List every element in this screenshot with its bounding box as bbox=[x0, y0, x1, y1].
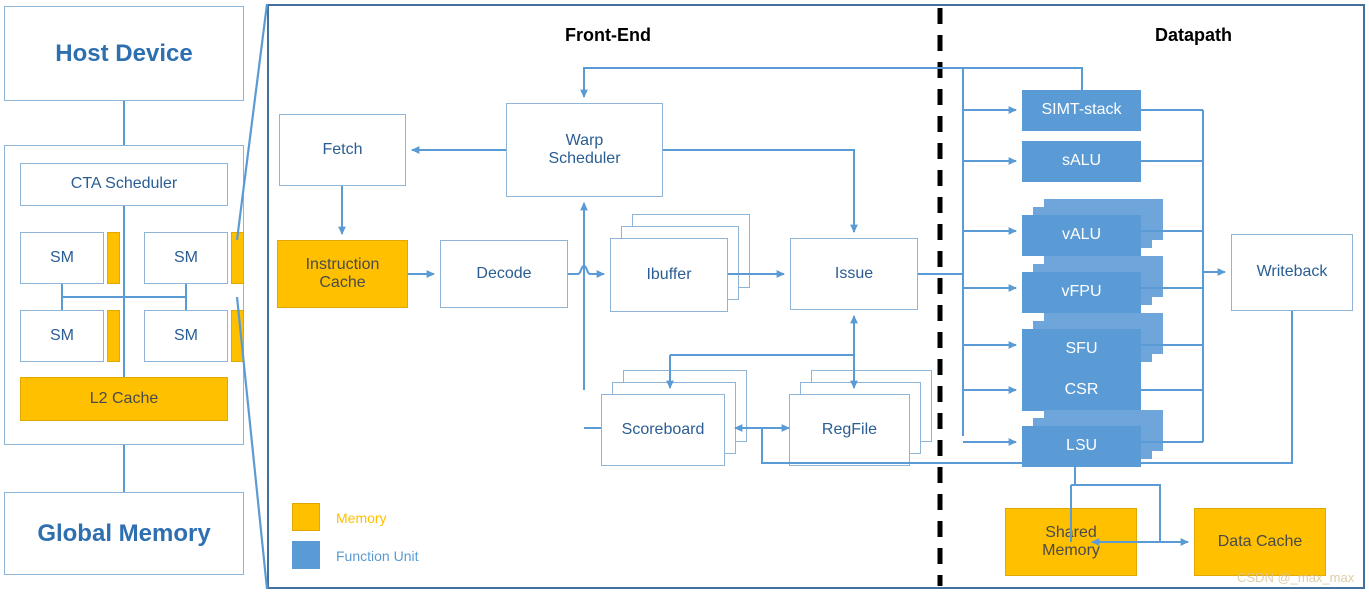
vfpu-box: vFPU bbox=[1022, 272, 1141, 313]
salu-box: sALU bbox=[1022, 141, 1141, 182]
legend-swatch-function-unit bbox=[292, 541, 320, 569]
global-memory-label: Global Memory bbox=[37, 519, 211, 547]
writeback-box: Writeback bbox=[1231, 234, 1353, 311]
warp-scheduler-label-line2: Scheduler bbox=[548, 150, 621, 167]
datapath-title: Datapath bbox=[1155, 25, 1233, 45]
issue-box: Issue bbox=[790, 238, 918, 310]
sm-label: SM bbox=[50, 248, 74, 266]
scoreboard-label: Scoreboard bbox=[621, 420, 705, 438]
sm-memory-bar bbox=[231, 310, 244, 362]
ibuffer-stack: Ibuffer bbox=[610, 214, 758, 314]
scoreboard-stack: Scoreboard bbox=[601, 370, 759, 466]
sm-unit-3: SM bbox=[144, 310, 244, 362]
ibuffer-box: Ibuffer bbox=[610, 238, 728, 312]
data-cache-label: Data Cache bbox=[1217, 532, 1303, 550]
instruction-cache-box: Instruction Cache bbox=[277, 240, 408, 308]
l2-cache-box: L2 Cache bbox=[20, 377, 228, 421]
sm-unit-2: SM bbox=[20, 310, 120, 362]
warp-scheduler-box: Warp Scheduler bbox=[506, 103, 663, 197]
sm-unit-0: SM bbox=[20, 232, 120, 284]
simt-stack-box: SIMT-stack bbox=[1022, 90, 1141, 131]
function-unit-sfu: SFU bbox=[1022, 313, 1172, 371]
sm-box: SM bbox=[144, 232, 228, 284]
ibuffer-label: Ibuffer bbox=[646, 265, 692, 283]
host-device-label: Host Device bbox=[55, 39, 193, 67]
data-cache-box: Data Cache bbox=[1194, 508, 1326, 576]
fetch-label: Fetch bbox=[322, 140, 363, 158]
decode-label: Decode bbox=[476, 264, 532, 282]
salu-label: sALU bbox=[1061, 152, 1102, 170]
sm-box: SM bbox=[20, 232, 104, 284]
sfu-label: SFU bbox=[1065, 340, 1098, 358]
regfile-stack: RegFile bbox=[789, 370, 944, 466]
host-device-box: Host Device bbox=[4, 6, 244, 101]
decode-box: Decode bbox=[440, 240, 568, 308]
warp-scheduler-label-line1: Warp bbox=[565, 131, 604, 149]
cta-scheduler-label: CTA Scheduler bbox=[70, 175, 178, 193]
fetch-box: Fetch bbox=[279, 114, 406, 186]
lsu-box: LSU bbox=[1022, 426, 1141, 467]
function-unit-vfpu: vFPU bbox=[1022, 256, 1172, 314]
sm-box: SM bbox=[144, 310, 228, 362]
sm-box: SM bbox=[20, 310, 104, 362]
instruction-cache-label-line2: Cache bbox=[319, 274, 366, 291]
vfpu-label: vFPU bbox=[1061, 283, 1102, 301]
lsu-label: LSU bbox=[1065, 437, 1098, 455]
function-unit-valu: vALU bbox=[1022, 199, 1172, 257]
shared-memory-label-line1: Shared bbox=[1045, 523, 1097, 541]
writeback-label: Writeback bbox=[1256, 263, 1328, 281]
legend-label-function-unit: Function Unit bbox=[336, 548, 419, 564]
regfile-box: RegFile bbox=[789, 394, 910, 466]
regfile-label: RegFile bbox=[821, 420, 878, 438]
sm-label: SM bbox=[174, 248, 198, 266]
csr-label: CSR bbox=[1064, 381, 1099, 399]
function-unit-salu: sALU bbox=[1022, 141, 1167, 182]
instruction-cache-label-line1: Instruction bbox=[305, 255, 380, 273]
watermark: CSDN @_max_max bbox=[1237, 570, 1355, 585]
simt-stack-label: SIMT-stack bbox=[1041, 101, 1122, 119]
front-end-title: Front-End bbox=[565, 25, 651, 45]
legend-swatch-memory bbox=[292, 503, 320, 531]
sfu-box: SFU bbox=[1022, 329, 1141, 370]
issue-label: Issue bbox=[834, 264, 874, 282]
global-memory-box: Global Memory bbox=[4, 492, 244, 575]
shared-memory-label-line2: Memory bbox=[1042, 542, 1100, 559]
function-unit-simt-stack: SIMT-stack bbox=[1022, 90, 1167, 131]
valu-label: vALU bbox=[1061, 226, 1102, 244]
sm-memory-bar bbox=[231, 232, 244, 284]
sm-unit-1: SM bbox=[144, 232, 244, 284]
sm-memory-bar bbox=[107, 310, 120, 362]
csr-box: CSR bbox=[1022, 370, 1141, 411]
sm-label: SM bbox=[174, 326, 198, 344]
valu-box: vALU bbox=[1022, 215, 1141, 256]
shared-memory-box: Shared Memory bbox=[1005, 508, 1137, 576]
function-unit-lsu: LSU bbox=[1022, 410, 1172, 468]
scoreboard-box: Scoreboard bbox=[601, 394, 725, 466]
cta-scheduler-box: CTA Scheduler bbox=[20, 163, 228, 206]
l2-cache-label: L2 Cache bbox=[89, 389, 159, 407]
sm-label: SM bbox=[50, 326, 74, 344]
sm-memory-bar bbox=[107, 232, 120, 284]
function-unit-csr: CSR bbox=[1022, 370, 1167, 411]
legend-label-memory: Memory bbox=[336, 510, 387, 526]
